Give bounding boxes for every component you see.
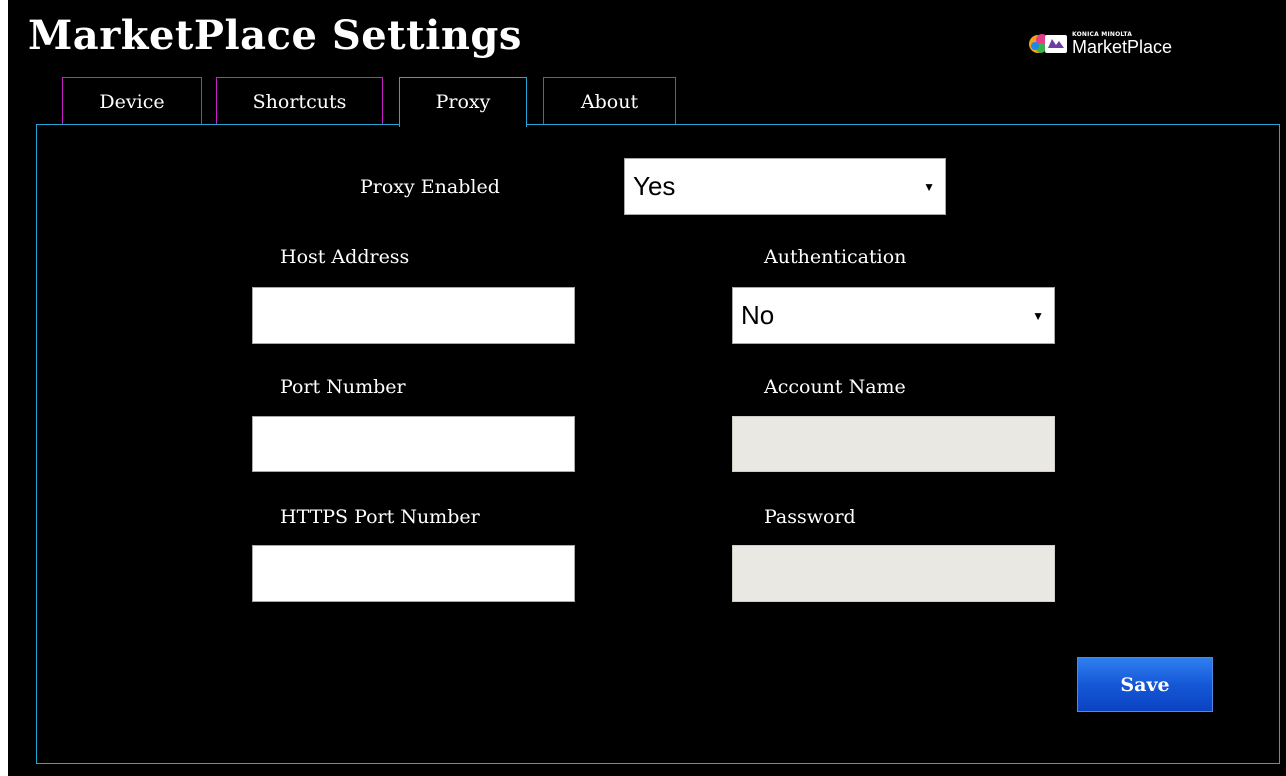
port-number-label: Port Number (280, 376, 406, 398)
password-label: Password (764, 506, 856, 528)
account-name-label: Account Name (764, 376, 906, 398)
tab-about[interactable]: About (543, 77, 676, 125)
settings-page: MarketPlace Settings KONICA MINOLTA Mark… (8, 0, 1286, 776)
proxy-enabled-select[interactable]: Yes ▼ (624, 158, 946, 215)
save-button[interactable]: Save (1077, 657, 1213, 712)
host-address-label: Host Address (280, 246, 410, 268)
page-title: MarketPlace Settings (28, 12, 522, 59)
proxy-settings-panel: Proxy Enabled Yes ▼ Host Address Authent… (36, 124, 1280, 764)
authentication-select[interactable]: No ▼ (732, 287, 1055, 344)
authentication-label: Authentication (764, 246, 907, 268)
marketplace-logo-icon (1029, 34, 1067, 53)
proxy-enabled-label: Proxy Enabled (360, 176, 500, 198)
authentication-value: No (741, 300, 775, 330)
host-address-input[interactable] (252, 287, 575, 344)
account-name-input (732, 416, 1055, 472)
https-port-number-input[interactable] (252, 545, 575, 602)
caret-down-icon: ▼ (923, 179, 935, 194)
port-number-input[interactable] (252, 416, 575, 472)
proxy-enabled-value: Yes (633, 171, 676, 201)
tab-device[interactable]: Device (62, 77, 202, 125)
tab-shortcuts[interactable]: Shortcuts (216, 77, 383, 125)
password-input (732, 545, 1055, 602)
tab-proxy[interactable]: Proxy (399, 77, 527, 127)
caret-down-icon: ▼ (1032, 308, 1044, 323)
https-port-number-label: HTTPS Port Number (280, 506, 480, 528)
marketplace-logo: KONICA MINOLTA MarketPlace (1028, 28, 1228, 60)
logo-name-text: MarketPlace (1072, 37, 1173, 57)
